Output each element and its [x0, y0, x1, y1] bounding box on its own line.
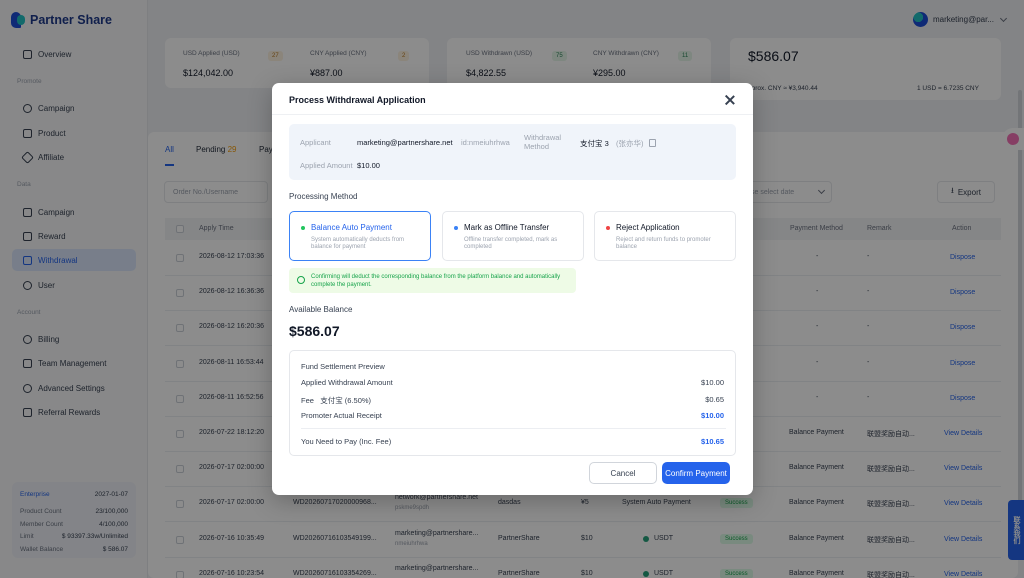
settlement-divider — [301, 428, 726, 429]
modal-title: Process Withdrawal Application — [289, 95, 426, 105]
modal-divider — [272, 114, 753, 115]
method-title: Reject Application — [616, 223, 680, 232]
applied-amount-label: Applied Amount — [300, 161, 353, 170]
applicant-id: id:nmeiuhrhwa — [461, 138, 510, 147]
method-title: Balance Auto Payment — [311, 223, 392, 232]
applicant-info: Applicant marketing@partnershare.net id:… — [289, 124, 736, 180]
method-reject-application[interactable]: Reject Application Reject and return fun… — [594, 211, 736, 261]
settlement-row-label: Promoter Actual Receipt — [301, 411, 382, 420]
settlement-title: Fund Settlement Preview — [301, 362, 385, 371]
close-icon[interactable] — [724, 94, 736, 106]
cancel-button[interactable]: Cancel — [589, 462, 657, 484]
method-title: Mark as Offline Transfer — [464, 223, 550, 232]
method-dot — [606, 226, 610, 230]
settlement-total-label: You Need to Pay (Inc. Fee) — [301, 437, 392, 446]
withdrawal-method-label-2: Method — [524, 142, 550, 151]
method-description: System automatically deducts from balanc… — [311, 237, 405, 250]
processing-method-label: Processing Method — [289, 192, 358, 201]
available-balance-value: $586.07 — [289, 323, 340, 339]
withdrawal-method-value: 支付宝 3 — [580, 139, 609, 148]
fund-settlement-preview: Fund Settlement Preview Applied Withdraw… — [289, 350, 736, 456]
available-balance-label: Available Balance — [289, 305, 353, 314]
method-offline-transfer[interactable]: Mark as Offline Transfer Offline transfe… — [442, 211, 584, 261]
method-dot — [301, 226, 305, 230]
fee-rate: 支付宝 (6.50%) — [320, 396, 372, 405]
withdrawal-method-label: Withdrawal — [524, 133, 562, 142]
confirm-payment-button[interactable]: Confirm Payment — [662, 462, 730, 484]
settlement-row-value: $0.65 — [705, 395, 724, 404]
settlement-row-label: Fee 支付宝 (6.50%) — [301, 395, 371, 406]
method-balance-auto-payment[interactable]: Balance Auto Payment System automaticall… — [289, 211, 431, 261]
applicant-email: marketing@partnershare.net — [357, 138, 453, 147]
settlement-row-label: Applied Withdrawal Amount — [301, 378, 393, 387]
fee-label: Fee — [301, 396, 314, 405]
applied-amount-value: $10.00 — [357, 161, 380, 170]
method-description: Offline transfer completed, mark as comp… — [464, 237, 558, 250]
process-withdrawal-modal: Process Withdrawal Application Applicant… — [272, 83, 753, 495]
settlement-total-value: $10.65 — [701, 437, 724, 446]
applicant-label: Applicant — [300, 138, 331, 147]
settlement-row-value: $10.00 — [701, 378, 724, 387]
notice-text: Confirming will deduct the corresponding… — [311, 274, 561, 288]
method-description: Reject and return funds to promoter bala… — [616, 237, 711, 250]
copy-icon[interactable] — [649, 139, 656, 147]
confirmation-notice: Confirming will deduct the corresponding… — [289, 268, 576, 293]
method-dot — [454, 226, 458, 230]
check-circle-icon — [297, 276, 305, 284]
withdrawal-method-name: (张亦华) — [616, 139, 644, 148]
settlement-row-value: $10.00 — [701, 411, 724, 420]
